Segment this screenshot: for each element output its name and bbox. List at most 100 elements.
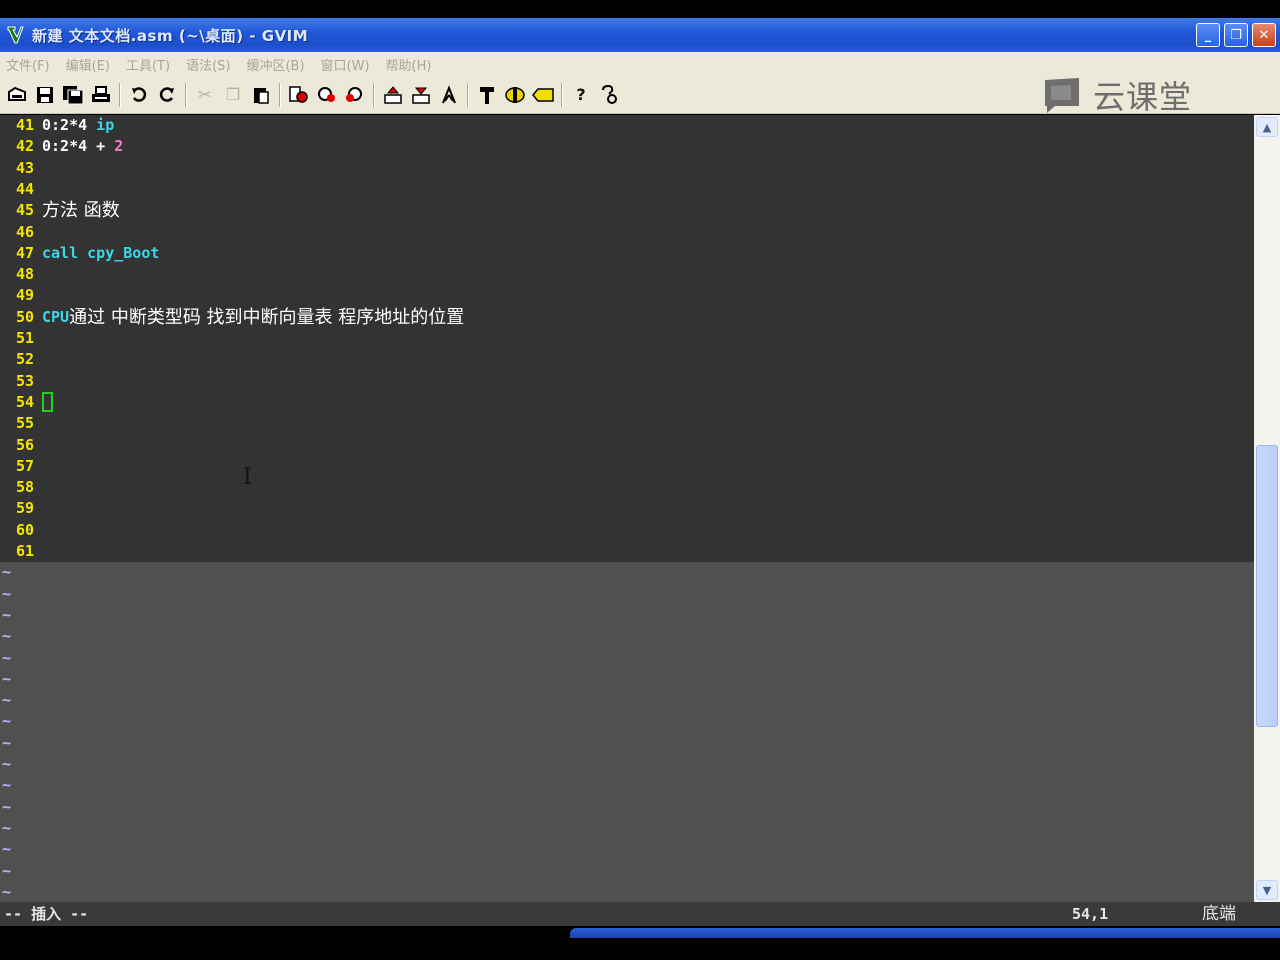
empty-line-tilde: ~ bbox=[2, 584, 12, 603]
menu-help[interactable]: 帮助(H) bbox=[386, 55, 432, 74]
mode-indicator: -- 插入 -- bbox=[4, 905, 89, 923]
chevron-down-icon: ▼ bbox=[1262, 883, 1272, 897]
minimize-button[interactable]: _ bbox=[1196, 23, 1220, 47]
empty-line-tilde: ~ bbox=[2, 691, 12, 710]
line-number: 41 bbox=[15, 116, 34, 134]
scroll-down-button[interactable]: ▼ bbox=[1256, 880, 1278, 900]
copy-icon[interactable]: ❐ bbox=[219, 81, 247, 109]
menu-file[interactable]: 文件(F) bbox=[6, 55, 50, 74]
editor-line[interactable]: 44 bbox=[0, 179, 1254, 200]
editor-line[interactable]: 60 bbox=[0, 520, 1254, 541]
code-token: 方法 函数 bbox=[42, 200, 120, 222]
editor-pane[interactable]: 41 0:2*4 ip 42 0:2*4 + 2 43 44 45 方法 函数 46 47 call… bbox=[0, 115, 1254, 902]
code-token: 通过 中断类型码 找到中断向量表 程序地址的位置 bbox=[69, 306, 465, 328]
editor-line[interactable]: 42 0:2*4 + 2 bbox=[0, 136, 1254, 157]
taskbar-edge bbox=[570, 928, 1280, 938]
menu-edit[interactable]: 编辑(E) bbox=[66, 55, 110, 74]
editor-line[interactable]: 58 bbox=[0, 477, 1254, 498]
line-number: 54 bbox=[15, 392, 34, 411]
find-replace-icon[interactable] bbox=[285, 81, 313, 109]
line-number: 48 bbox=[15, 265, 34, 284]
toolbar-separator bbox=[185, 82, 187, 107]
save-all-icon[interactable] bbox=[59, 81, 87, 109]
save-icon[interactable] bbox=[31, 81, 59, 109]
find-next-icon[interactable] bbox=[313, 81, 341, 109]
line-number: 44 bbox=[15, 179, 34, 198]
line-text: CPU 通过 中断类型码 找到中断向量表 程序地址的位置 bbox=[42, 307, 464, 328]
editor-line[interactable]: 56 bbox=[0, 435, 1254, 456]
empty-line-tilde: ~ bbox=[2, 669, 12, 688]
title-bar[interactable]: 新建 文本文档.asm (~\桌面) - GVIM _ ❐ ✕ bbox=[0, 18, 1280, 52]
save-session-icon[interactable] bbox=[407, 81, 435, 109]
editor-line[interactable]: 41 0:2*4 ip bbox=[0, 115, 1254, 136]
editor-line[interactable]: 59 bbox=[0, 498, 1254, 519]
toolbar-separator bbox=[279, 82, 281, 107]
close-button[interactable]: ✕ bbox=[1252, 23, 1276, 47]
empty-line-tilde: ~ bbox=[2, 882, 12, 901]
line-text: 0:2*4 ip bbox=[42, 115, 114, 136]
empty-line-tilde: ~ bbox=[2, 776, 12, 795]
toolbar-separator bbox=[561, 82, 563, 107]
empty-line-tilde: ~ bbox=[2, 712, 12, 731]
code-token: ip bbox=[87, 116, 115, 134]
editor-line[interactable]: 54 bbox=[0, 392, 1254, 413]
menu-window[interactable]: 窗口(W) bbox=[321, 55, 370, 74]
empty-line-tilde: ~ bbox=[2, 755, 12, 773]
menu-syntax[interactable]: 语法(S) bbox=[186, 55, 230, 74]
editor-line[interactable]: 57 bbox=[0, 456, 1254, 477]
menu-buffers[interactable]: 缓冲区(B) bbox=[246, 55, 304, 74]
code-token: call cpy_Boot bbox=[42, 243, 160, 262]
ctags-icon[interactable] bbox=[529, 81, 557, 109]
editor-line[interactable]: 48 bbox=[0, 264, 1254, 285]
run-script-icon[interactable] bbox=[435, 81, 463, 109]
load-session-icon[interactable] bbox=[379, 81, 407, 109]
chevron-up-icon: ▲ bbox=[1262, 120, 1272, 134]
editor-line[interactable]: 55 bbox=[0, 413, 1254, 434]
restore-icon: ❐ bbox=[1230, 27, 1242, 43]
editor-line[interactable]: 52 bbox=[0, 349, 1254, 370]
open-icon[interactable] bbox=[3, 81, 31, 109]
vertical-scrollbar[interactable]: ▲ ▼ bbox=[1254, 115, 1280, 902]
redo-icon[interactable] bbox=[153, 81, 181, 109]
print-icon[interactable] bbox=[87, 81, 115, 109]
editor-line[interactable]: 47 call cpy_Boot bbox=[0, 243, 1254, 264]
line-text: 0:2*4 + 2 bbox=[42, 136, 123, 157]
make-icon[interactable] bbox=[473, 81, 501, 109]
line-number: 55 bbox=[15, 414, 34, 433]
undo-icon[interactable] bbox=[125, 81, 153, 109]
editor-line[interactable]: 51 bbox=[0, 328, 1254, 349]
watermark: 云课堂 bbox=[1041, 76, 1192, 116]
line-number: 53 bbox=[15, 371, 34, 390]
shell-icon[interactable] bbox=[501, 81, 529, 109]
editor-line[interactable]: 46 bbox=[0, 222, 1254, 243]
editor-line[interactable]: 53 bbox=[0, 371, 1254, 392]
editor-line[interactable]: 45 方法 函数 bbox=[0, 200, 1254, 221]
line-number: 49 bbox=[15, 286, 34, 305]
scroll-thumb[interactable] bbox=[1256, 445, 1278, 727]
restore-button[interactable]: ❐ bbox=[1224, 23, 1248, 47]
menu-tools[interactable]: 工具(T) bbox=[126, 55, 170, 74]
find-prev-icon[interactable] bbox=[341, 81, 369, 109]
empty-line-tilde: ~ bbox=[2, 627, 12, 646]
line-text: 方法 函数 bbox=[42, 200, 120, 221]
editor-line[interactable]: 61 bbox=[0, 541, 1254, 562]
paste-icon[interactable] bbox=[247, 81, 275, 109]
window-title: 新建 文本文档.asm (~\桌面) - GVIM bbox=[32, 26, 309, 45]
empty-line-tilde: ~ bbox=[2, 648, 12, 667]
scroll-position: 底端 bbox=[1202, 904, 1236, 924]
line-text bbox=[42, 392, 53, 413]
line-number: 52 bbox=[15, 350, 34, 369]
empty-line-tilde: ~ bbox=[2, 733, 12, 752]
empty-line-tilde: ~ bbox=[2, 840, 12, 859]
cut-icon[interactable]: ✂ bbox=[191, 81, 219, 109]
code-token: + bbox=[87, 137, 115, 156]
text-cursor bbox=[42, 392, 53, 413]
editor-line[interactable]: 43 bbox=[0, 158, 1254, 179]
line-number: 47 bbox=[15, 243, 34, 262]
editor-line[interactable]: 49 bbox=[0, 285, 1254, 306]
editor-line[interactable]: 50 CPU 通过 中断类型码 找到中断向量表 程序地址的位置 bbox=[0, 307, 1254, 328]
find-help-icon[interactable] bbox=[595, 81, 623, 109]
menu-bar: 文件(F) 编辑(E) 工具(T) 语法(S) 缓冲区(B) 窗口(W) 帮助(… bbox=[0, 52, 1280, 76]
help-icon[interactable]: ? bbox=[567, 81, 595, 109]
scroll-up-button[interactable]: ▲ bbox=[1256, 117, 1278, 137]
